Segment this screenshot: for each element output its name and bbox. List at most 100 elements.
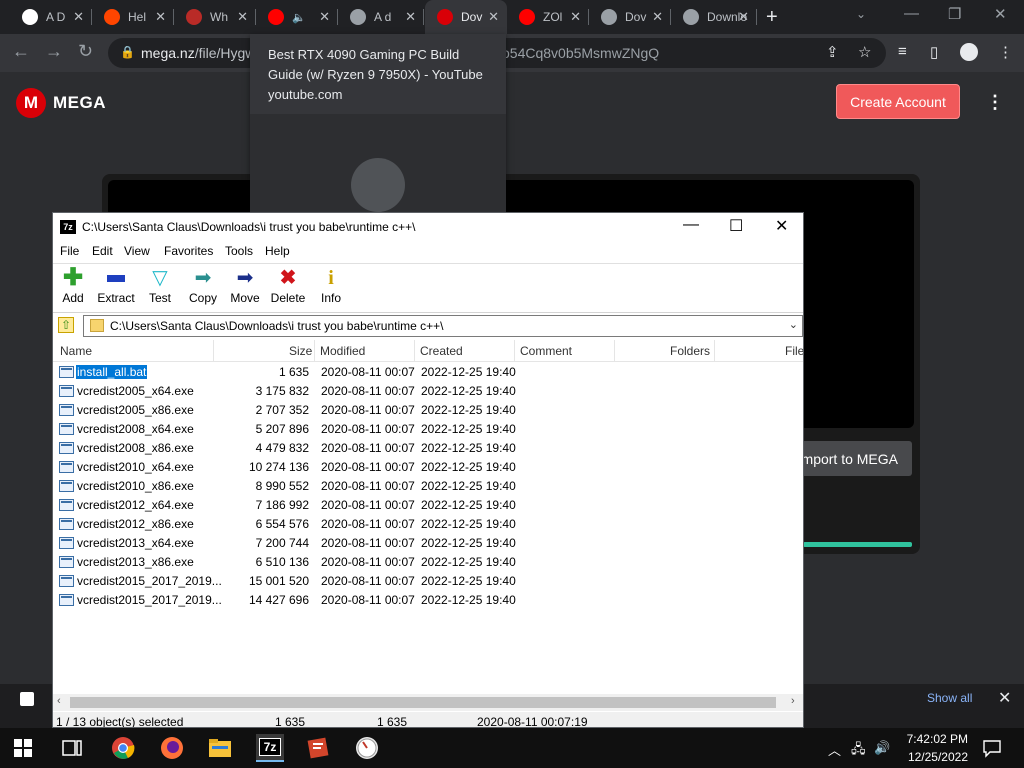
network-icon[interactable]: 🖧	[851, 740, 866, 762]
scroll-right-icon[interactable]: ›	[791, 695, 795, 707]
column-divider[interactable]	[414, 340, 415, 362]
reload-icon[interactable]: ↻	[78, 41, 93, 62]
file-row[interactable]: vcredist2013_x64.exe 7 200 744 2020-08-11 …	[53, 534, 803, 553]
menu-favorites[interactable]: Favorites	[164, 244, 213, 258]
column-files[interactable]: File	[785, 344, 803, 358]
column-divider[interactable]	[314, 340, 315, 362]
firefox-icon[interactable]	[160, 736, 184, 760]
menu-edit[interactable]: Edit	[92, 244, 113, 258]
column-created[interactable]: Created	[420, 344, 463, 358]
share-icon[interactable]: ⇪	[826, 43, 839, 61]
file-row[interactable]: vcredist2013_x86.exe 6 510 136 2020-08-11 …	[53, 553, 803, 572]
file-row[interactable]: vcredist2015_2017_2019... 14 427 696 2020-…	[53, 591, 803, 610]
file-explorer-icon[interactable]	[208, 736, 232, 760]
browser-tab[interactable]: A D ✕	[10, 0, 92, 34]
folder-up-icon[interactable]: ⇧	[58, 317, 74, 333]
column-folders[interactable]: Folders	[670, 344, 710, 358]
close-icon[interactable]: ✕	[775, 216, 788, 236]
close-tab-icon[interactable]: ✕	[570, 9, 581, 25]
column-modified[interactable]: Modified	[320, 344, 365, 358]
file-row[interactable]: vcredist2008_x86.exe 4 479 832 2020-08-11 …	[53, 439, 803, 458]
close-tab-icon[interactable]: ✕	[155, 9, 166, 25]
close-tab-icon[interactable]: ✕	[319, 9, 330, 25]
close-icon[interactable]: ✕	[994, 5, 1007, 23]
audio-playing-icon[interactable]: 🔈	[292, 11, 306, 24]
file-row[interactable]: vcredist2005_x86.exe 2 707 352 2020-08-11 …	[53, 401, 803, 420]
close-download-shelf-icon[interactable]: ✕	[998, 688, 1011, 708]
mega-logo[interactable]: M MEGA	[16, 88, 106, 118]
file-list[interactable]: install_all.bat 1 635 2020-08-11 00:07 2022…	[53, 363, 803, 693]
column-name[interactable]: Name	[60, 344, 92, 358]
browser-tab[interactable]: Wh ✕	[174, 0, 256, 34]
extract-button[interactable]: Extract	[94, 267, 138, 305]
close-tab-icon[interactable]: ✕	[73, 9, 84, 25]
browser-tab[interactable]: A d ✕	[338, 0, 424, 34]
tab-search-icon[interactable]: ⌄	[856, 7, 866, 21]
show-all-downloads-link[interactable]: Show all	[927, 691, 972, 705]
clock-app-icon[interactable]	[355, 736, 379, 760]
column-divider[interactable]	[213, 340, 214, 362]
delete-button[interactable]: ✖ Delete	[266, 267, 310, 305]
close-tab-icon[interactable]: ✕	[405, 9, 416, 25]
column-size[interactable]: Size	[289, 344, 312, 358]
download-file-icon[interactable]	[20, 692, 34, 706]
file-row[interactable]: vcredist2015_2017_2019... 15 001 520 2020-…	[53, 572, 803, 591]
browser-tab[interactable]: 🔈 ✕	[256, 0, 338, 34]
file-row[interactable]: vcredist2012_x64.exe 7 186 992 2020-08-11 …	[53, 496, 803, 515]
chrome-menu-icon[interactable]: ⋮	[998, 43, 1013, 61]
minimize-icon[interactable]: —	[683, 216, 699, 234]
maximize-icon[interactable]: ☐	[729, 216, 743, 236]
chevron-down-icon[interactable]: ⌄	[789, 318, 798, 331]
copy-button[interactable]: ➡ Copy	[181, 267, 225, 305]
file-row[interactable]: vcredist2005_x64.exe 3 175 832 2020-08-11 …	[53, 382, 803, 401]
create-account-button[interactable]: Create Account	[836, 84, 960, 119]
media-queue-icon[interactable]: ≡	[898, 43, 907, 60]
browser-tab[interactable]: Hel ✕	[92, 0, 174, 34]
close-tab-icon[interactable]: ✕	[652, 9, 663, 25]
close-tab-icon[interactable]: ✕	[488, 9, 499, 25]
back-icon[interactable]: ←	[12, 41, 30, 62]
horizontal-scrollbar[interactable]: ‹ ›	[53, 694, 803, 711]
restore-icon[interactable]: ❐	[948, 5, 961, 23]
taskbar-date[interactable]: 12/25/2022	[896, 750, 968, 764]
forward-icon[interactable]: →	[45, 41, 63, 62]
notification-center-icon[interactable]	[982, 738, 1002, 758]
start-icon[interactable]	[14, 739, 32, 757]
menu-view[interactable]: View	[124, 244, 150, 258]
browser-tab[interactable]: Dov ✕	[425, 0, 507, 34]
app-icon[interactable]	[306, 736, 330, 760]
column-divider[interactable]	[714, 340, 715, 362]
close-tab-icon[interactable]: ✕	[237, 9, 248, 25]
volume-icon[interactable]: 🔊	[874, 740, 890, 756]
menu-tools[interactable]: Tools	[225, 244, 253, 258]
chrome-icon[interactable]	[111, 736, 135, 760]
file-row[interactable]: vcredist2010_x86.exe 8 990 552 2020-08-11 …	[53, 477, 803, 496]
move-button[interactable]: ➡ Move	[223, 267, 267, 305]
info-button[interactable]: i Info	[309, 267, 353, 305]
minimize-icon[interactable]: —	[904, 5, 919, 22]
path-combobox[interactable]: C:\Users\Santa Claus\Downloads\i trust y…	[83, 315, 803, 337]
profile-avatar-icon[interactable]	[960, 43, 978, 61]
new-tab-button[interactable]: +	[766, 6, 778, 29]
test-button[interactable]: ▽ Test	[138, 267, 182, 305]
taskbar-time[interactable]: 7:42:02 PM	[896, 732, 968, 746]
scrollbar-thumb[interactable]	[70, 697, 776, 708]
file-row[interactable]: vcredist2008_x64.exe 5 207 896 2020-08-11 …	[53, 420, 803, 439]
browser-tab[interactable]: Dov ✕	[589, 0, 671, 34]
column-divider[interactable]	[614, 340, 615, 362]
column-divider[interactable]	[514, 340, 515, 362]
browser-tab[interactable]: Downlo ✕	[671, 0, 757, 34]
browser-tab[interactable]: ZOl ✕	[507, 0, 589, 34]
menu-help[interactable]: Help	[265, 244, 290, 258]
file-row[interactable]: vcredist2012_x86.exe 6 554 576 2020-08-11 …	[53, 515, 803, 534]
side-panel-icon[interactable]: ▯	[930, 43, 938, 61]
menu-file[interactable]: File	[60, 244, 79, 258]
7zip-taskbar-item[interactable]: 7z	[256, 734, 284, 762]
import-to-mega-button[interactable]: mport to MEGA	[790, 441, 912, 476]
column-comment[interactable]: Comment	[520, 344, 572, 358]
file-row[interactable]: install_all.bat 1 635 2020-08-11 00:07 2022…	[53, 363, 803, 382]
scroll-left-icon[interactable]: ‹	[57, 695, 61, 707]
mega-menu-icon[interactable]: ⋮	[986, 92, 1004, 113]
file-row[interactable]: vcredist2010_x64.exe 10 274 136 2020-08-11…	[53, 458, 803, 477]
show-hidden-icons-icon[interactable]: ︿	[828, 740, 841, 759]
